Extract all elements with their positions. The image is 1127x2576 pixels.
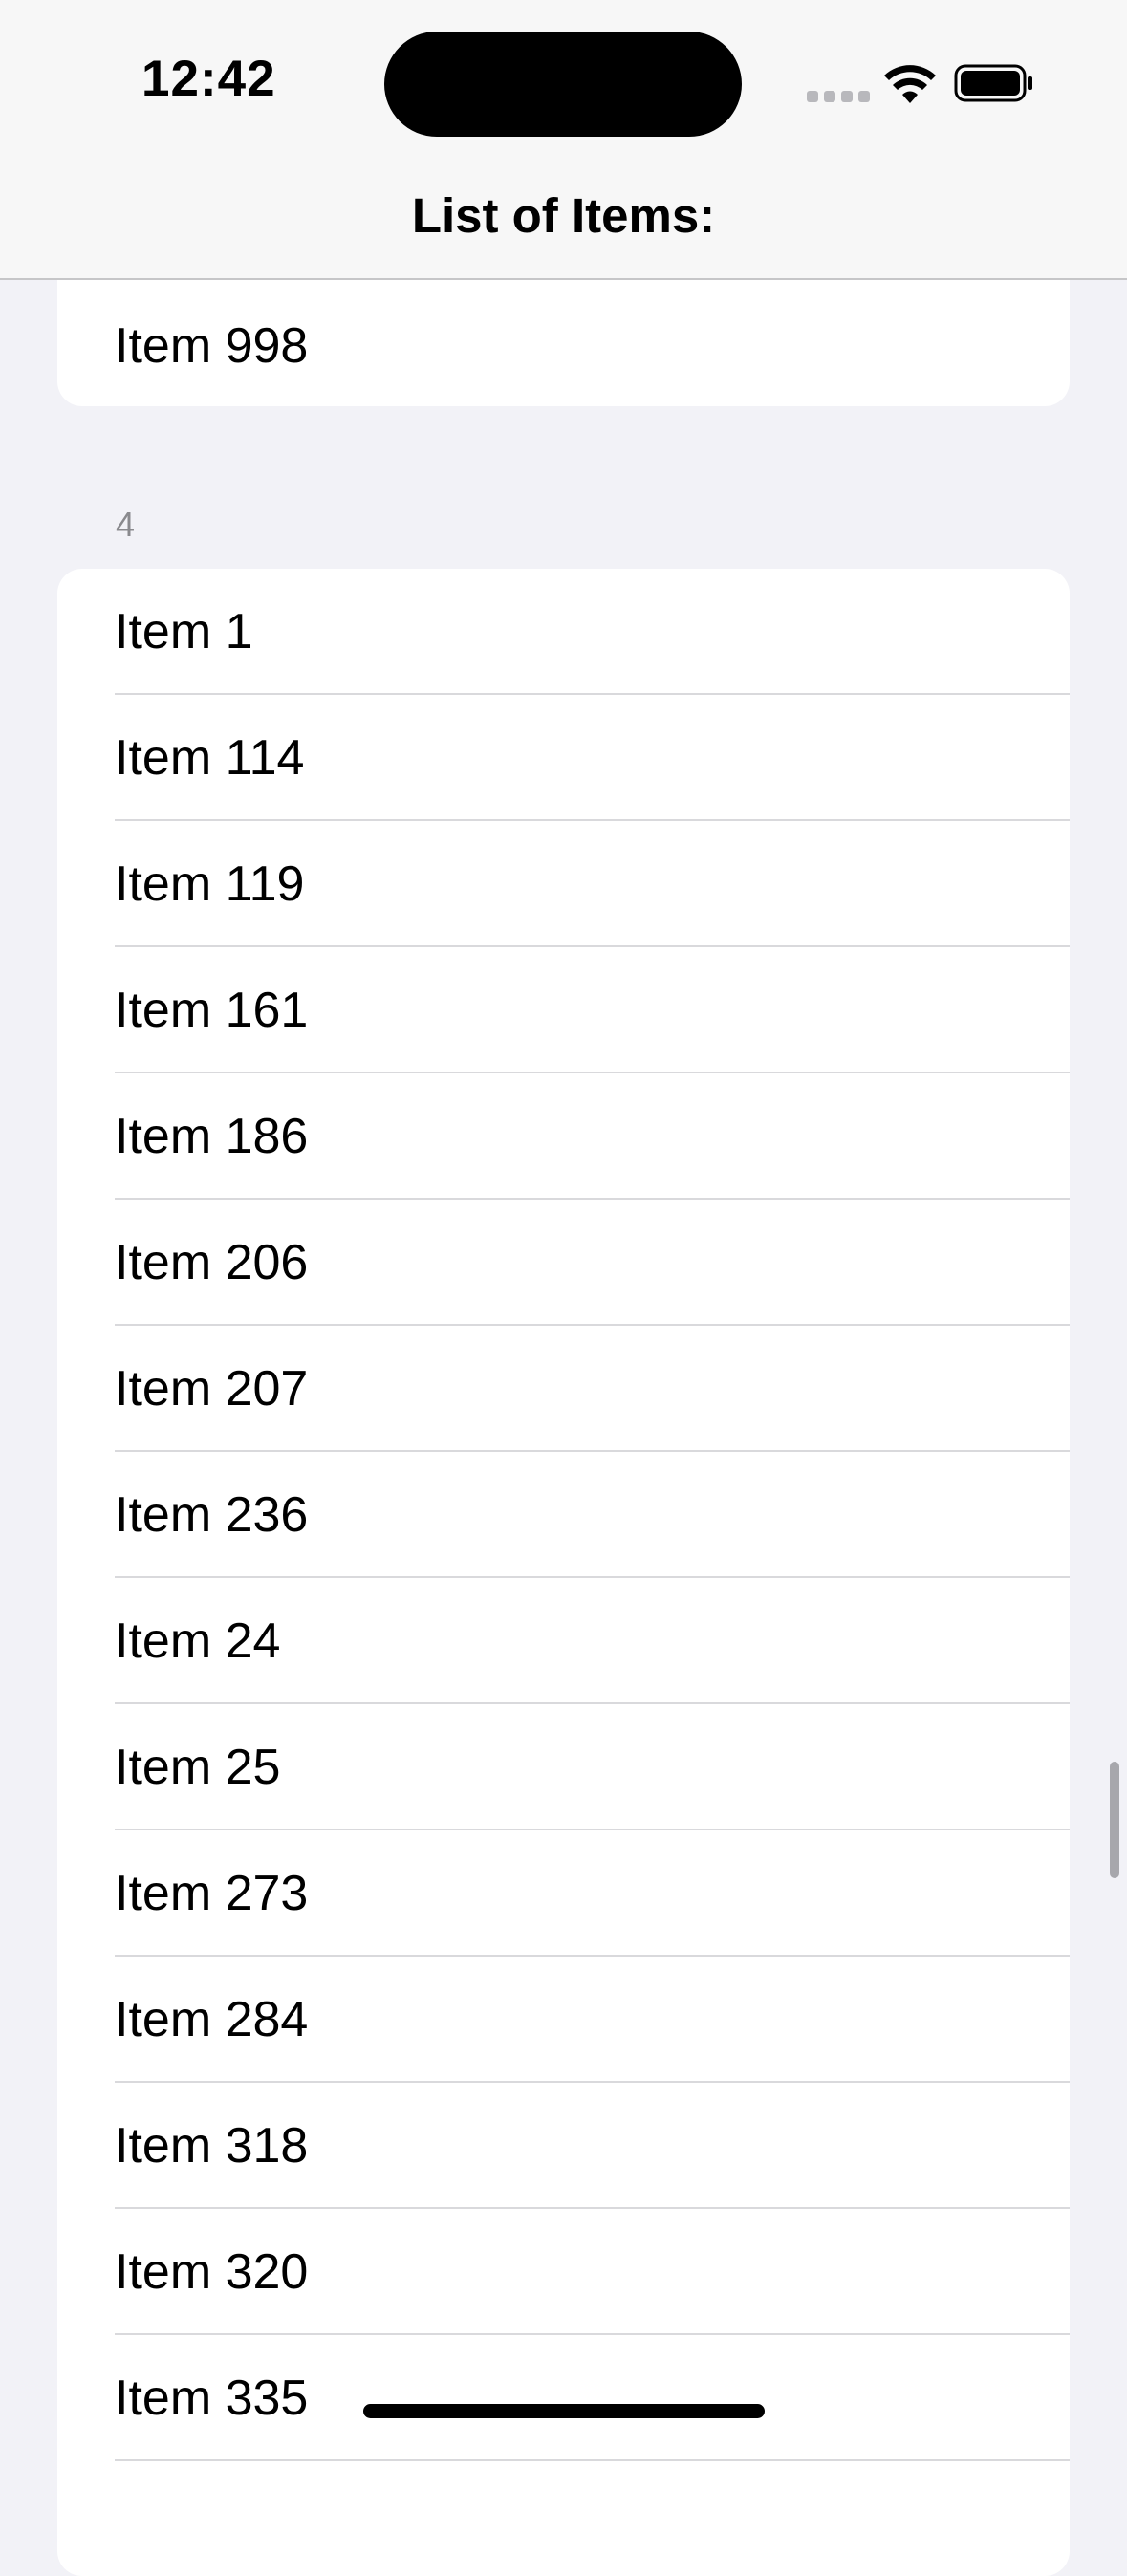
row-separator [115,2459,1070,2461]
list-item[interactable]: Item 318 [57,2083,1070,2209]
dynamic-island [384,32,742,137]
battery-icon [954,64,1032,102]
list-item-label: Item 318 [115,2118,309,2174]
list-item-label: Item 186 [115,1109,309,1164]
list-item[interactable]: Item 273 [57,1830,1070,1957]
list-item[interactable]: Item 114 [57,695,1070,821]
section-header: 4 [116,505,136,544]
list-item-label: Item 320 [115,2244,309,2300]
list-item[interactable]: Item 206 [57,1200,1070,1326]
list-item-label: Item 24 [115,1613,281,1669]
list-item[interactable]: Item 186 [57,1073,1070,1200]
list-scroll-view[interactable]: Item 998 4 Item 1 Item 114 Item 119 Item… [0,0,1127,2576]
list-item-label: Item 236 [115,1487,309,1543]
list-item-label: Item 998 [115,318,309,374]
cellular-signal-icon [807,91,870,102]
list-item[interactable]: Item 25 [57,1704,1070,1830]
list-item-label: Item 114 [115,730,305,786]
list-item[interactable]: Item 236 [57,1452,1070,1578]
scroll-indicator[interactable] [1110,1762,1119,1878]
list-item[interactable]: Item 207 [57,1326,1070,1452]
list-item[interactable]: Item 320 [57,2209,1070,2335]
list-item[interactable]: Item 335 [57,2335,1070,2461]
list-item-label: Item 1 [115,604,253,660]
list-item-label: Item 335 [115,2370,309,2426]
list-section: Item 1 Item 114 Item 119 Item 161 Item 1… [57,569,1070,2576]
list-item-label: Item 207 [115,1361,309,1417]
list-item-label: Item 119 [115,856,305,912]
page-title: List of Items: [411,188,716,243]
list-item[interactable]: Item 161 [57,947,1070,1073]
list-item[interactable]: Item 24 [57,1578,1070,1704]
home-indicator[interactable] [363,2404,765,2418]
list-item[interactable]: Item 998 [57,287,1070,406]
navigation-bar: 12:42 List of Items: [0,0,1127,280]
wifi-icon [884,65,936,103]
list-item[interactable]: Item 1 [57,569,1070,695]
list-item-label: Item 25 [115,1740,281,1795]
list-item-label: Item 284 [115,1992,309,2047]
status-bar-time: 12:42 [141,51,276,107]
list-item[interactable]: Item 284 [57,1957,1070,2083]
list-item-label: Item 273 [115,1866,309,1921]
list-item[interactable]: Item 119 [57,821,1070,947]
list-item-label: Item 161 [115,983,309,1038]
list-item-label: Item 206 [115,1235,309,1290]
